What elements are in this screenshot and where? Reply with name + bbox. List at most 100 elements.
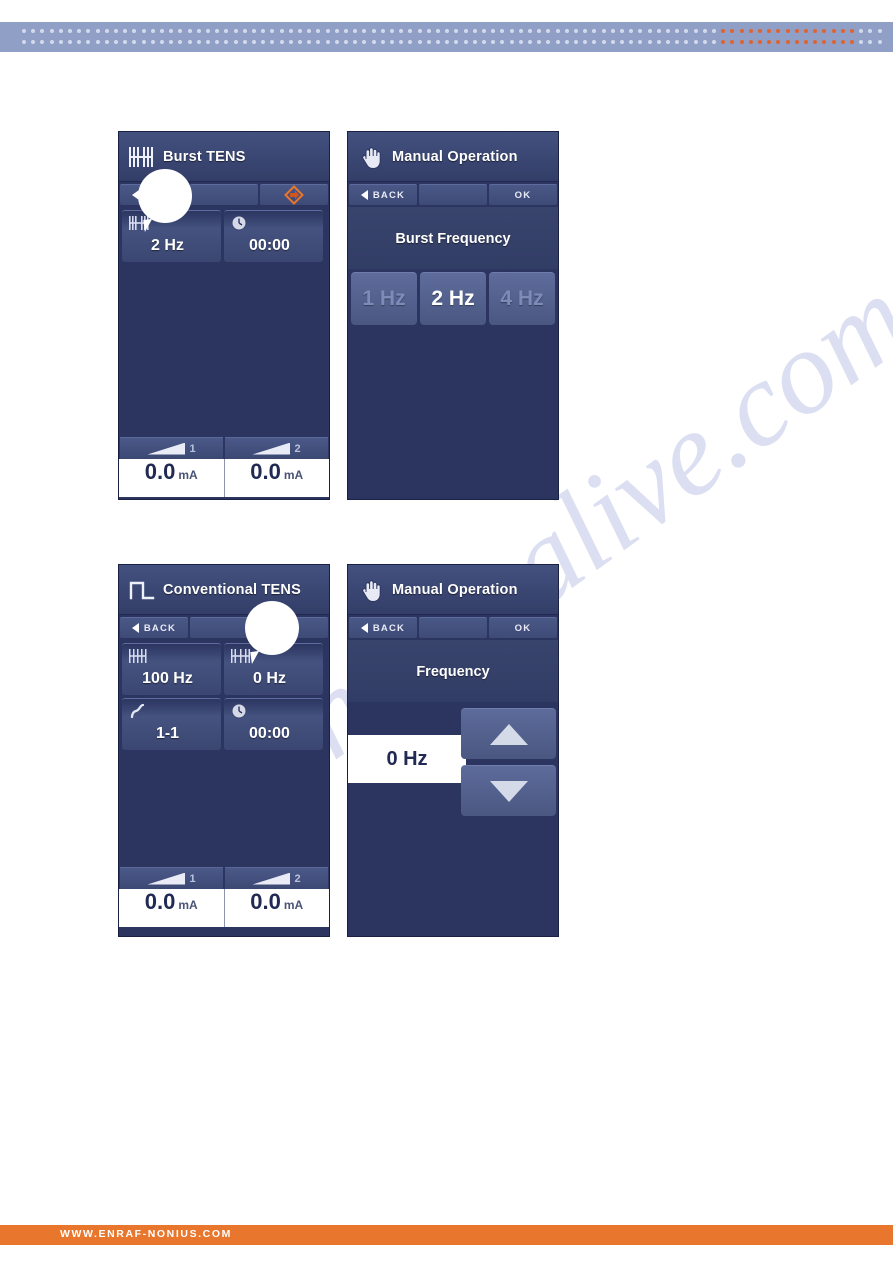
decrease-button[interactable] xyxy=(461,765,556,816)
header-dot xyxy=(399,29,404,33)
titlebar: Conventional TENS xyxy=(119,565,329,615)
ok-button[interactable]: OK xyxy=(489,617,557,638)
square-pulse-icon xyxy=(127,577,157,603)
header-dot xyxy=(160,40,164,44)
channel-2-readout[interactable]: 0.0 mA xyxy=(225,459,330,497)
back-arrow-icon xyxy=(131,623,139,633)
header-dot xyxy=(758,29,762,33)
back-button-label: BACK xyxy=(372,622,406,634)
tile-treatment-time[interactable]: 00:00 xyxy=(224,210,323,262)
callout-bubble-burst xyxy=(138,169,192,223)
header-dot xyxy=(491,29,496,33)
channel-2-readout[interactable]: 0.0 mA xyxy=(225,889,330,927)
choice-label: 4 Hz xyxy=(500,287,544,310)
header-dot xyxy=(252,29,256,33)
screen-title: Manual Operation xyxy=(392,148,518,165)
start-button[interactable] xyxy=(260,184,328,205)
header-dot xyxy=(472,40,477,44)
header-dot xyxy=(629,40,634,44)
header-dot xyxy=(850,40,854,44)
header-dot xyxy=(279,29,284,33)
header-dot xyxy=(417,29,422,33)
header-dot xyxy=(730,29,735,33)
header-dot xyxy=(712,29,716,33)
header-dot xyxy=(215,29,220,33)
choice-2hz[interactable]: 2 Hz xyxy=(420,272,486,325)
tile-value: 00:00 xyxy=(249,725,290,742)
header-dot xyxy=(40,29,45,33)
header-dot xyxy=(454,29,459,33)
arrow-up-icon xyxy=(489,723,528,745)
increase-button[interactable] xyxy=(461,708,556,759)
header-dot xyxy=(537,40,542,44)
channel-1-readout[interactable]: 0.0 mA xyxy=(119,889,225,927)
header-dot xyxy=(794,29,799,33)
header-dot xyxy=(187,40,192,44)
channel-current-value: 0.0 xyxy=(144,459,176,484)
back-button[interactable]: BACK xyxy=(349,184,417,205)
header-dot xyxy=(509,29,514,33)
toolbar-button-middle[interactable] xyxy=(190,184,258,205)
header-dot xyxy=(49,29,54,33)
header-dot xyxy=(647,40,652,44)
header-dot xyxy=(298,29,302,33)
header-dot xyxy=(206,40,210,44)
back-button[interactable]: BACK xyxy=(120,617,188,638)
toolbar-button-middle[interactable] xyxy=(419,617,487,638)
choice-4hz[interactable]: 4 Hz xyxy=(489,272,555,325)
header-dot xyxy=(767,40,772,44)
back-button[interactable]: BACK xyxy=(349,617,417,638)
header-dot xyxy=(362,29,367,33)
channel-2-header: 2 xyxy=(225,867,328,889)
toolbar-button-middle[interactable] xyxy=(419,184,487,205)
choice-1hz[interactable]: 1 Hz xyxy=(351,272,417,325)
clock-icon xyxy=(231,703,247,719)
header-dot xyxy=(417,40,422,44)
header-dot xyxy=(767,29,772,33)
header-dot xyxy=(555,29,560,33)
header-dot xyxy=(344,40,348,44)
channel-1-readout[interactable]: 0.0 mA xyxy=(119,459,225,497)
header-dot xyxy=(564,29,569,33)
tile-treatment-time[interactable]: 00:00 xyxy=(224,698,323,750)
tile-modulation[interactable]: 1-1 xyxy=(122,698,221,750)
header-dot xyxy=(224,40,229,44)
arrow-down-icon xyxy=(489,780,528,802)
ok-button[interactable]: OK xyxy=(489,184,557,205)
header-dot xyxy=(518,40,523,44)
header-dot xyxy=(114,40,118,44)
channel-current-unit: mA xyxy=(178,898,198,912)
header-dot xyxy=(58,29,63,33)
header-dot xyxy=(298,40,302,44)
header-dot xyxy=(684,40,689,44)
screen-body-blank xyxy=(348,822,558,932)
header-dot xyxy=(739,29,744,33)
header-dot xyxy=(785,40,790,44)
header-dot xyxy=(362,40,367,44)
tile-frequency[interactable]: 100 Hz xyxy=(122,643,221,695)
header-dot xyxy=(169,29,174,33)
channel-current-unit: mA xyxy=(283,898,304,912)
ramp-icon xyxy=(252,872,291,885)
header-dot xyxy=(252,40,256,44)
parameter-label: Burst Frequency xyxy=(348,207,558,269)
header-dot xyxy=(601,29,606,33)
header-dot xyxy=(868,40,873,44)
header-dot xyxy=(656,40,661,44)
header-dot xyxy=(307,29,312,33)
header-dot xyxy=(528,40,532,44)
header-dot xyxy=(58,40,63,44)
header-dot xyxy=(353,29,358,33)
header-dot xyxy=(868,29,873,33)
start-diamond-icon xyxy=(284,185,304,205)
choice-label: 1 Hz xyxy=(362,287,406,310)
header-dot xyxy=(150,29,155,33)
tile-value: 00:00 xyxy=(249,237,290,254)
screen-body-blank xyxy=(348,328,558,499)
header-dot xyxy=(454,40,459,44)
header-dot xyxy=(831,29,836,33)
header-dot xyxy=(344,29,348,33)
titlebar: Manual Operation xyxy=(348,565,558,615)
channel-current-value: 0.0 xyxy=(250,889,281,914)
header-dot xyxy=(859,29,864,33)
